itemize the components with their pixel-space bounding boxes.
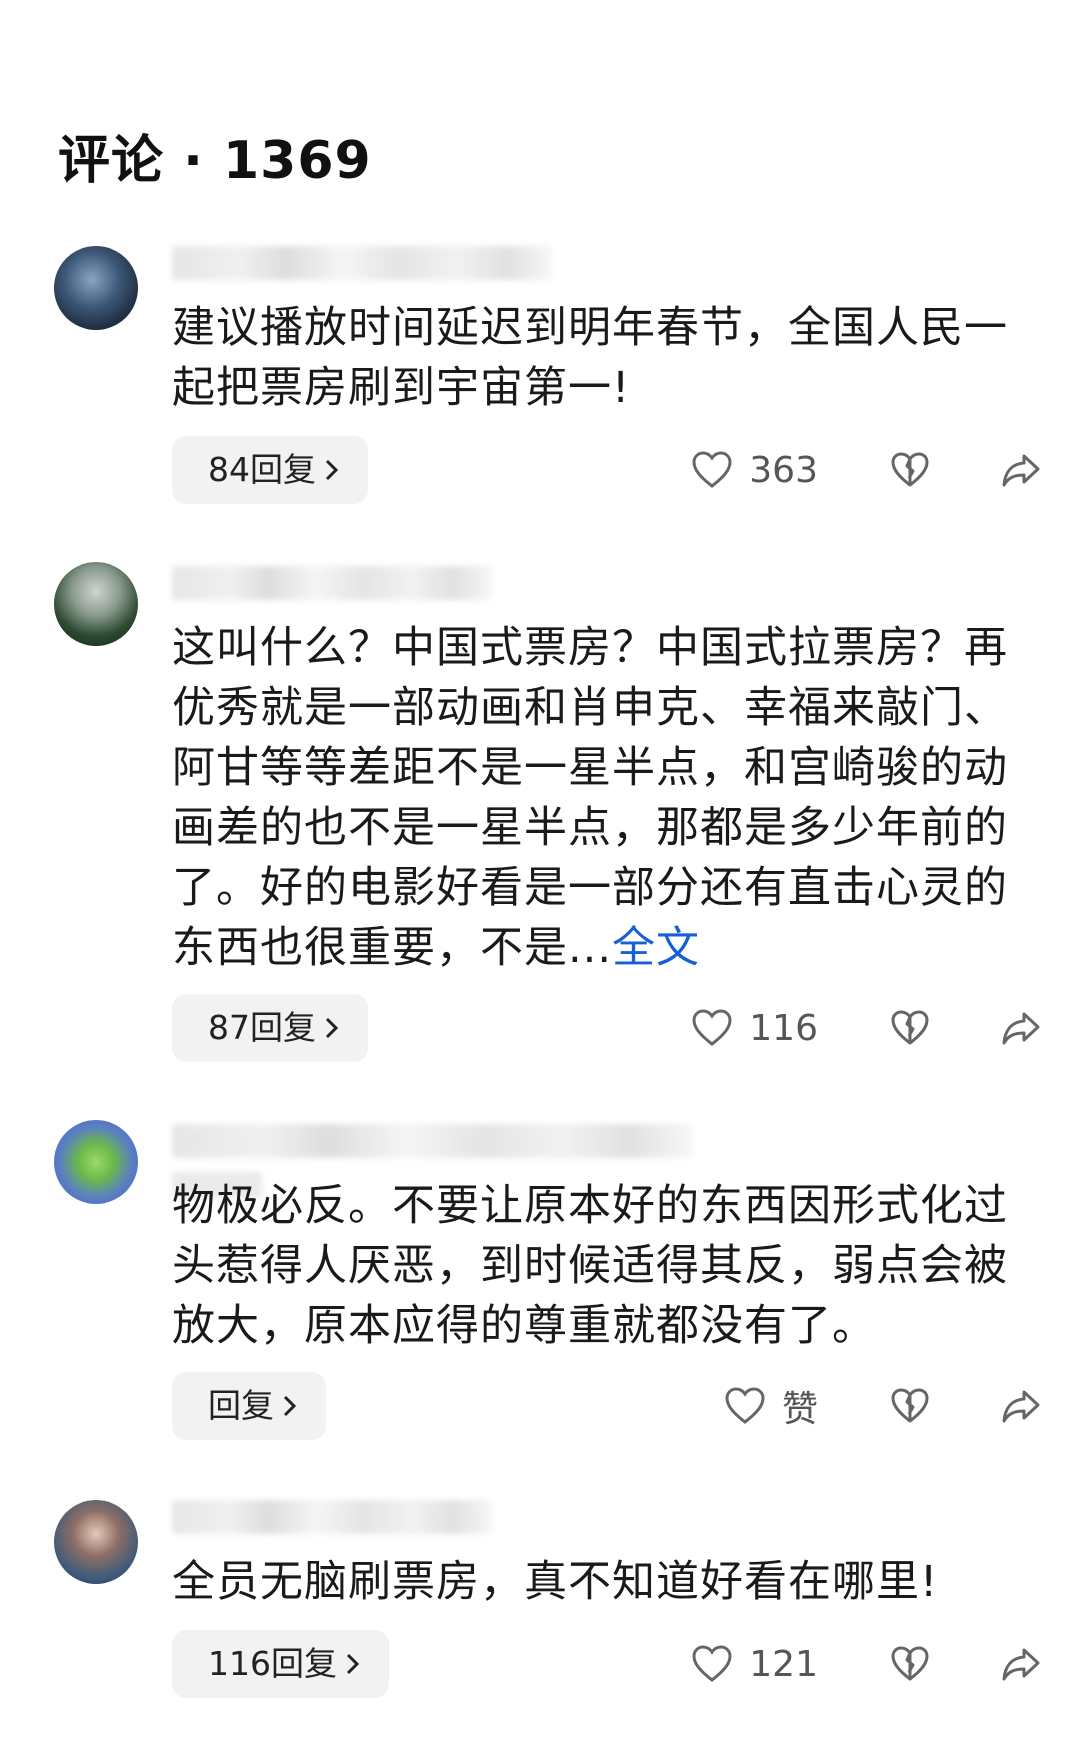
heart-outline-icon xyxy=(692,1645,732,1682)
like-button[interactable]: 116 xyxy=(691,994,818,1062)
like-count: 赞 xyxy=(781,1389,818,1430)
like-button[interactable]: 363 xyxy=(691,436,818,504)
share-arrow-icon xyxy=(1002,454,1040,487)
chevron-right-icon xyxy=(283,1395,297,1417)
avatar[interactable] xyxy=(54,1120,138,1204)
comment-actions: 121 xyxy=(668,1630,1088,1698)
broken-heart-icon xyxy=(891,1388,929,1423)
share-button[interactable] xyxy=(1000,1630,1042,1698)
reply-button[interactable]: 84回复 xyxy=(172,436,368,504)
comments-header: 评论 · 1369 xyxy=(58,131,372,191)
read-more-link[interactable]: 全文 xyxy=(612,923,700,973)
share-button[interactable] xyxy=(1000,994,1042,1062)
heart-outline-icon xyxy=(692,1009,732,1046)
like-button[interactable]: 121 xyxy=(691,1630,818,1698)
username-blurred[interactable] xyxy=(172,246,552,280)
share-arrow-icon xyxy=(1002,1648,1040,1681)
share-button[interactable] xyxy=(1000,436,1042,504)
chevron-right-icon xyxy=(346,1653,360,1675)
share-button[interactable] xyxy=(1000,1372,1042,1440)
reply-button[interactable]: 87回复 xyxy=(172,994,368,1062)
username-blurred[interactable] xyxy=(172,1124,692,1158)
broken-heart-icon xyxy=(891,452,929,487)
comment-actions: 赞 xyxy=(668,1372,1088,1440)
broken-heart-icon xyxy=(891,1010,929,1045)
reply-button[interactable]: 回复 xyxy=(172,1372,326,1440)
share-arrow-icon xyxy=(1002,1390,1040,1423)
share-arrow-icon xyxy=(1002,1012,1040,1045)
avatar[interactable] xyxy=(54,246,138,330)
chevron-right-icon xyxy=(325,1017,339,1039)
like-count: 116 xyxy=(749,1007,818,1049)
comment-text: 这叫什么？中国式票房？中国式拉票房？再优秀就是一部动画和肖申克、幸福来敲门、阿甘… xyxy=(172,623,1008,973)
like-count: 363 xyxy=(749,449,818,491)
dislike-button[interactable] xyxy=(890,436,930,504)
reply-button[interactable]: 116回复 xyxy=(172,1630,389,1698)
avatar[interactable] xyxy=(54,562,138,646)
comment-actions: 116 xyxy=(668,994,1088,1062)
broken-heart-icon xyxy=(891,1646,929,1681)
avatar[interactable] xyxy=(54,1500,138,1584)
comment-text: 全员无脑刷票房，真不知道好看在哪里! xyxy=(172,1557,939,1607)
like-count: 121 xyxy=(749,1643,818,1685)
comment-text: 建议播放时间延迟到明年春节，全国人民一起把票房刷到宇宙第一! xyxy=(172,303,1008,413)
comment-actions: 363 xyxy=(668,436,1088,504)
chevron-right-icon xyxy=(325,459,339,481)
comment-text: 物极必反。不要让原本好的东西因形式化过头惹得人厌恶，到时候适得其反，弱点会被放大… xyxy=(172,1181,1008,1351)
username-blurred[interactable] xyxy=(172,1500,492,1534)
username-blurred[interactable] xyxy=(172,566,492,600)
dislike-button[interactable] xyxy=(890,994,930,1062)
heart-outline-icon xyxy=(725,1387,765,1424)
dislike-button[interactable] xyxy=(890,1630,930,1698)
dislike-button[interactable] xyxy=(890,1372,930,1440)
like-button[interactable]: 赞 xyxy=(724,1372,818,1440)
heart-outline-icon xyxy=(692,451,732,488)
